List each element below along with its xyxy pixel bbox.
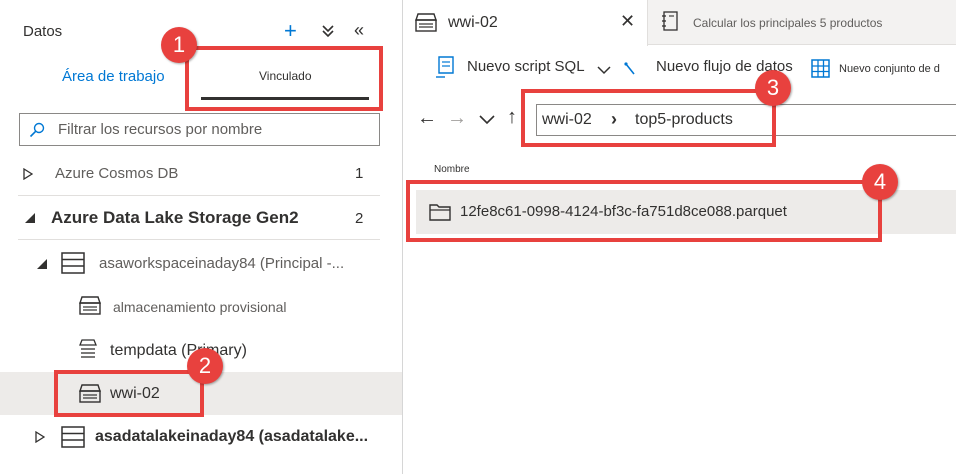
container-icon bbox=[79, 339, 97, 358]
search-icon bbox=[29, 122, 45, 138]
hide-panel-icon[interactable]: « bbox=[354, 15, 364, 45]
chevron-down-icon[interactable] bbox=[597, 66, 611, 75]
callout-highlight-breadcrumb bbox=[521, 89, 776, 147]
tab-top5-notebook[interactable]: Calcular los principales 5 productos bbox=[649, 0, 956, 45]
callout-highlight-file bbox=[406, 180, 882, 242]
tree-item-label: Azure Cosmos DB bbox=[55, 165, 179, 182]
editor-tabs: wwi-02 ✕ Calcular los principales 5 prod… bbox=[404, 0, 956, 46]
tree-item-cosmos-db[interactable]: Azure Cosmos DB 1 bbox=[0, 153, 402, 195]
resource-filter[interactable] bbox=[19, 113, 380, 146]
chevron-down-icon[interactable] bbox=[36, 258, 48, 270]
chevron-right-icon[interactable] bbox=[23, 168, 33, 180]
divider bbox=[18, 239, 380, 240]
chevron-down-icon[interactable] bbox=[479, 115, 495, 125]
dataset-icon bbox=[811, 59, 830, 78]
forward-button[interactable]: → bbox=[447, 106, 467, 130]
tab-label: wwi-02 bbox=[448, 14, 498, 31]
search-input[interactable] bbox=[58, 114, 373, 145]
container-icon bbox=[79, 296, 101, 315]
callout-badge: 3 bbox=[755, 70, 791, 106]
callout-badge: 1 bbox=[161, 27, 197, 63]
column-header-name[interactable]: Nombre bbox=[434, 164, 470, 175]
tree-item-staging[interactable]: almacenamiento provisional bbox=[0, 286, 402, 328]
callout-highlight-wwi-02 bbox=[54, 370, 204, 417]
toolbar: Nuevo script SQL Nuevo flujo de datos Nu… bbox=[404, 46, 956, 90]
add-resource-icon[interactable]: + bbox=[284, 16, 297, 46]
tree-item-label: Azure Data Lake Storage Gen2 bbox=[51, 208, 299, 227]
chevron-right-icon[interactable] bbox=[35, 431, 45, 443]
tree-item-label: asaworkspaceinaday84 (Principal -... bbox=[99, 255, 345, 272]
callout-highlight-linked-tab bbox=[185, 46, 383, 111]
tree-item-adls-gen2[interactable]: Azure Data Lake Storage Gen2 2 bbox=[0, 197, 402, 239]
storage-account-icon bbox=[61, 252, 85, 274]
collapse-all-icon[interactable] bbox=[321, 18, 335, 48]
tree-item-datalake-account[interactable]: asadatalakeinaday84 (asadatalake... bbox=[0, 416, 402, 458]
storage-account-icon bbox=[61, 426, 85, 448]
tab-workspace[interactable]: Área de trabajo bbox=[62, 68, 165, 85]
new-dataset-button[interactable]: Nuevo conjunto de d bbox=[839, 63, 940, 75]
chevron-down-icon[interactable] bbox=[24, 212, 36, 224]
dataflow-icon bbox=[624, 62, 635, 75]
item-count: 1 bbox=[355, 165, 364, 182]
back-button[interactable]: ← bbox=[417, 106, 437, 130]
tab-wwi-02[interactable]: wwi-02 ✕ bbox=[404, 0, 648, 46]
tree-item-label: tempdata (Primary) bbox=[110, 342, 247, 359]
new-sql-script-button[interactable]: Nuevo script SQL bbox=[467, 58, 585, 75]
notebook-icon bbox=[662, 11, 678, 31]
close-icon[interactable]: ✕ bbox=[620, 11, 635, 32]
tree-item-storage-account[interactable]: asaworkspaceinaday84 (Principal -... bbox=[0, 243, 402, 285]
tree-item-label: asadatalakeinaday84 (asadatalake... bbox=[95, 428, 369, 445]
item-count: 2 bbox=[355, 210, 364, 227]
tab-label: Calcular los principales 5 productos bbox=[693, 16, 883, 30]
divider bbox=[18, 195, 380, 196]
container-icon bbox=[415, 13, 437, 32]
sql-script-icon bbox=[436, 56, 454, 78]
panel-title: Datos bbox=[23, 23, 63, 40]
up-button[interactable]: ↑ bbox=[507, 105, 517, 129]
tree-item-label: almacenamiento provisional bbox=[113, 299, 287, 315]
callout-badge: 2 bbox=[187, 348, 223, 384]
callout-badge: 4 bbox=[862, 164, 898, 200]
